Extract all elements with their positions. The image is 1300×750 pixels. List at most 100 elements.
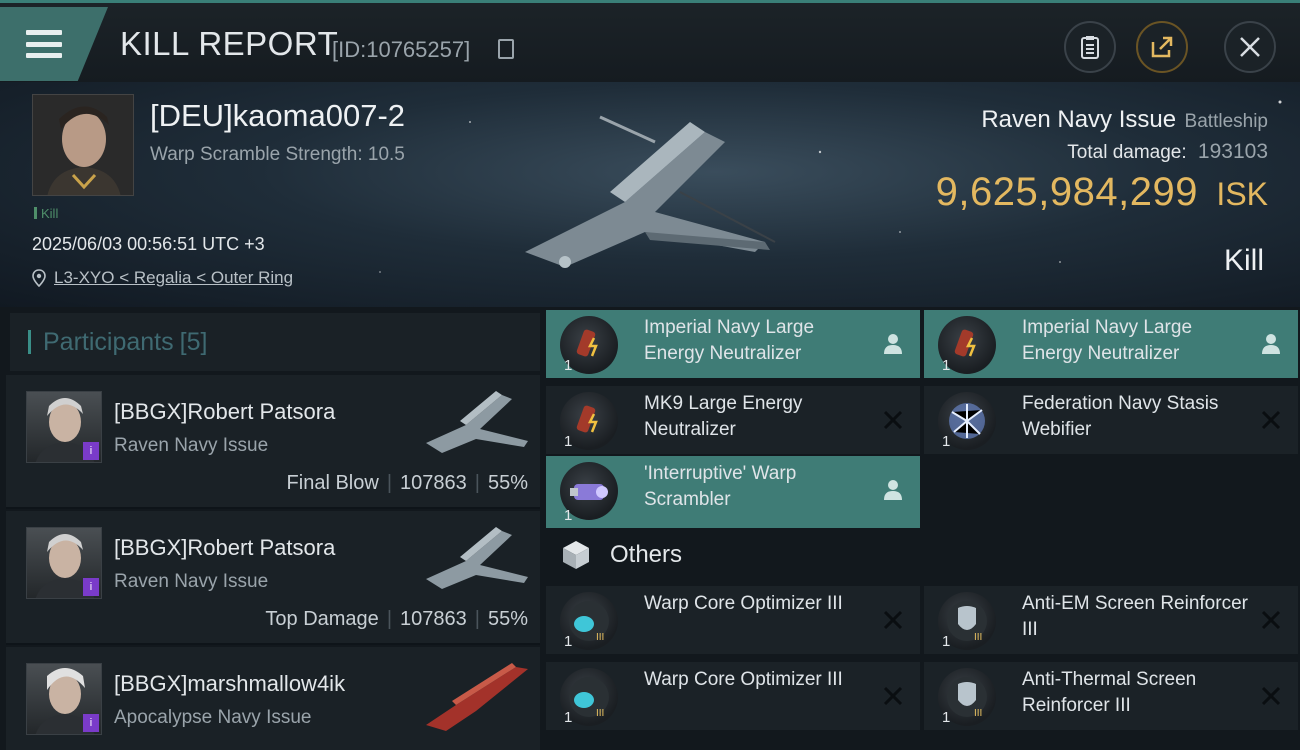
participant-stats: Top Damage | 107863 | 55% (265, 608, 528, 630)
module-item[interactable]: 1 Imperial Navy Large Energy Neutralizer (546, 310, 920, 378)
module-item[interactable]: 1 MK9 Large Energy Neutralizer (546, 386, 920, 454)
participant-ship: Apocalypse Navy Issue (114, 707, 312, 728)
kill-datetime: 2025/06/03 00:56:51 UTC +3 (32, 234, 265, 254)
participant-ship-image (426, 663, 528, 731)
module-item[interactable]: III 1 Warp Core Optimizer III (546, 662, 920, 730)
module-label: Federation Navy Stasis Webifier (1022, 393, 1219, 440)
module-item[interactable]: III 1 Anti-EM Screen Reinforcer III (924, 586, 1298, 654)
svg-text:III: III (974, 632, 982, 643)
isk-amount: 9,625,984,299 (935, 170, 1198, 214)
participants-title: Participants (43, 327, 174, 356)
module-label: Warp Core Optimizer III (644, 593, 843, 614)
svg-text:III: III (974, 708, 982, 719)
module-item[interactable]: III 1 Warp Core Optimizer III (546, 586, 920, 654)
module-label: Warp Core Optimizer III (644, 669, 843, 690)
participant-percent: 55% (487, 472, 528, 494)
participant-damage: 107863 (400, 472, 467, 494)
victim-ship: Raven Navy Issue Battleship (981, 106, 1268, 134)
participant-row[interactable]: i [BBGX]marshmallow4ik Apocalypse Navy I… (6, 647, 540, 750)
report-id: [ID:10765257] (332, 37, 471, 62)
page-title: KILL REPORT (120, 25, 339, 62)
module-item[interactable]: 1 Federation Navy Stasis Webifier (924, 386, 1298, 454)
participant-row[interactable]: i [BBGX]Robert Patsora Raven Navy Issue … (6, 375, 540, 509)
participant-ship-image (426, 391, 528, 453)
participant-role: Final Blow (286, 472, 379, 494)
destroyed-x-icon (1261, 610, 1281, 630)
module-qty: 1 (564, 507, 573, 524)
module-label: MK9 Large Energy Neutralizer (644, 393, 803, 440)
info-badge-icon[interactable]: i (83, 714, 99, 732)
hamburger-icon (26, 30, 62, 58)
destroyed-x-icon (883, 610, 903, 630)
module-qty: 1 (564, 433, 573, 450)
location-link[interactable]: L3-XYO < Regalia < Outer Ring (54, 268, 293, 288)
kill-location[interactable]: L3-XYO < Regalia < Outer Ring (32, 268, 293, 288)
victim-name[interactable]: [DEU]kaoma007-2 (150, 98, 405, 134)
info-badge-icon[interactable]: i (83, 578, 99, 596)
participant-ship: Raven Navy Issue (114, 435, 269, 456)
pilot-icon[interactable] (882, 478, 904, 502)
total-damage: Total damage: 193103 (1067, 140, 1268, 164)
destroyed-x-icon (883, 410, 903, 430)
module-label: Anti-Thermal Screen Reinforcer III (1022, 669, 1197, 716)
share-icon (1151, 36, 1173, 58)
destroyed-x-icon (1261, 686, 1281, 706)
others-title: Others (610, 541, 683, 568)
module-qty: 1 (942, 709, 951, 726)
kill-tag: Kill (34, 206, 58, 221)
destroyed-x-icon (1261, 410, 1281, 430)
module-item[interactable]: III 1 Anti-Thermal Screen Reinforcer III (924, 662, 1298, 730)
participant-name[interactable]: [BBGX]Robert Patsora (114, 535, 335, 561)
module-qty: 1 (942, 633, 951, 650)
clipboard-button[interactable] (1064, 21, 1116, 73)
module-qty: 1 (942, 357, 951, 374)
section-accent-bar (28, 330, 31, 354)
participant-percent: 55% (487, 608, 528, 630)
module-label: Imperial Navy Large Energy Neutralizer (1022, 317, 1193, 364)
victim-ship-image (525, 115, 776, 268)
victim-ship-name[interactable]: Raven Navy Issue (981, 106, 1176, 133)
kill-result: Kill (1223, 244, 1264, 277)
close-icon (1240, 37, 1260, 57)
header-bar: KILL REPORT [ID:10765257] (0, 0, 1300, 82)
cube-icon (563, 541, 589, 569)
total-damage-value: 193103 (1197, 140, 1268, 163)
participant-name[interactable]: [BBGX]Robert Patsora (114, 399, 335, 425)
avatar[interactable]: i (26, 663, 102, 735)
participants-header: Participants [5] (10, 313, 540, 371)
module-item[interactable]: 1 Imperial Navy Large Energy Neutralizer (924, 310, 1298, 378)
total-damage-label: Total damage: (1067, 142, 1187, 163)
module-qty: 1 (564, 709, 573, 726)
module-label: 'Interruptive' Warp Scrambler (644, 463, 797, 510)
destroyed-x-icon (883, 686, 903, 706)
participants-count: [5] (179, 327, 208, 356)
participant-damage: 107863 (400, 608, 467, 630)
module-label: Imperial Navy Large Energy Neutralizer (644, 317, 815, 364)
module-qty: 1 (942, 433, 951, 450)
pilot-icon[interactable] (882, 332, 904, 356)
pilot-icon[interactable] (1260, 332, 1282, 356)
participant-role: Top Damage (265, 608, 379, 630)
participant-stats: Final Blow | 107863 | 55% (286, 472, 528, 494)
modules-panel: 1 Imperial Navy Large Energy Neutralizer… (540, 307, 1300, 750)
victim-banner: [DEU]kaoma007-2 Warp Scramble Strength: … (0, 82, 1300, 307)
participant-name[interactable]: [BBGX]marshmallow4ik (114, 671, 345, 697)
avatar[interactable]: i (26, 391, 102, 463)
location-pin-icon (32, 269, 46, 287)
module-label: Anti-EM Screen Reinforcer III (1022, 593, 1248, 640)
menu-button[interactable] (0, 7, 108, 81)
module-item[interactable]: 1 'Interruptive' Warp Scrambler (546, 456, 920, 528)
info-badge-icon[interactable]: i (83, 442, 99, 460)
copy-icon[interactable] (498, 39, 514, 59)
participant-row[interactable]: i [BBGX]Robert Patsora Raven Navy Issue … (6, 511, 540, 645)
share-button[interactable] (1136, 21, 1188, 73)
avatar[interactable]: i (26, 527, 102, 599)
participants-panel: Participants [5] i [BBGX]Robert Patsora … (0, 307, 540, 750)
module-qty: 1 (564, 633, 573, 650)
clipboard-icon (1081, 36, 1099, 59)
module-qty: 1 (564, 357, 573, 374)
isk-unit: ISK (1216, 176, 1268, 212)
isk-value: 9,625,984,299 ISK (936, 170, 1268, 215)
close-button[interactable] (1224, 21, 1276, 73)
victim-portrait (32, 94, 134, 196)
